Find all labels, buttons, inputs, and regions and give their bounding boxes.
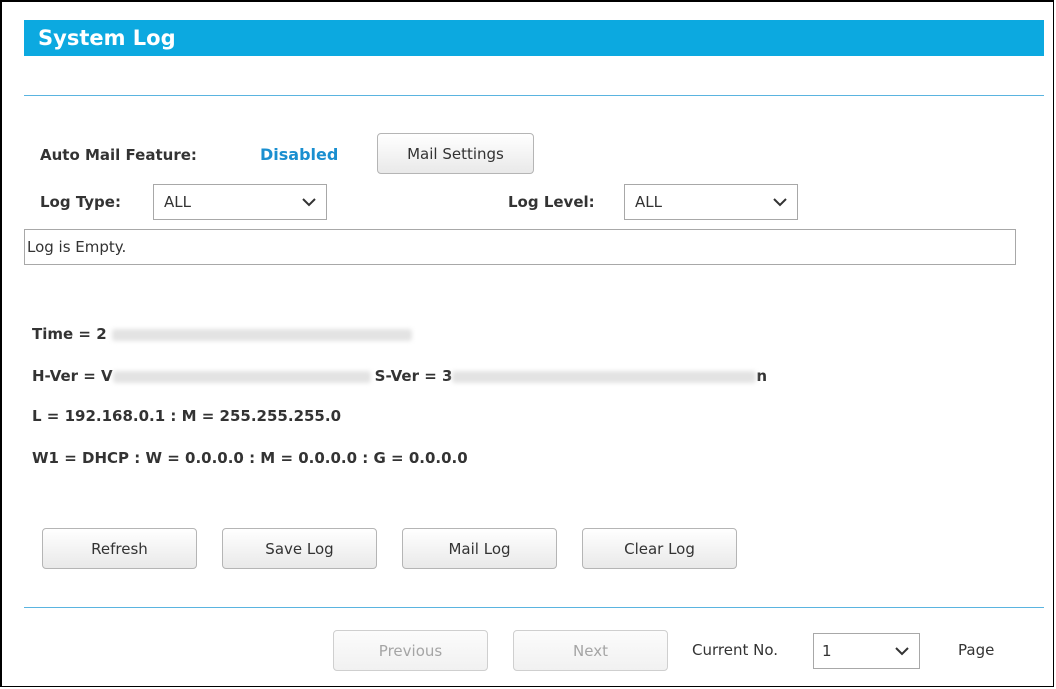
page-title: System Log xyxy=(24,20,1044,56)
chevron-down-icon xyxy=(302,198,316,207)
top-divider xyxy=(24,95,1044,96)
log-level-label: Log Level: xyxy=(508,193,595,211)
time-line: Time = 2 xyxy=(32,325,412,343)
log-level-select[interactable]: ALL xyxy=(624,184,798,220)
next-button[interactable]: Next xyxy=(513,630,668,671)
lan-info: L = 192.168.0.1 : M = 255.255.255.0 xyxy=(32,407,342,425)
page-label: Page xyxy=(958,641,995,659)
wan-info: W1 = DHCP : W = 0.0.0.0 : M = 0.0.0.0 : … xyxy=(32,449,468,467)
page-number-value: 1 xyxy=(822,642,832,660)
log-type-value: ALL xyxy=(164,193,191,211)
chevron-down-icon xyxy=(773,198,787,207)
auto-mail-label: Auto Mail Feature: xyxy=(40,146,197,164)
log-type-label: Log Type: xyxy=(40,193,121,211)
redacted-hver xyxy=(112,370,371,383)
sver-suffix: n xyxy=(756,367,768,385)
clear-log-button[interactable]: Clear Log xyxy=(582,528,737,569)
time-text: Time = 2 xyxy=(32,325,107,343)
log-level-value: ALL xyxy=(635,193,662,211)
refresh-button[interactable]: Refresh xyxy=(42,528,197,569)
save-log-button[interactable]: Save Log xyxy=(222,528,377,569)
log-content-box: Log is Empty. xyxy=(24,229,1016,265)
redacted-time xyxy=(111,328,412,341)
sver-text: S-Ver = 3 xyxy=(374,367,453,385)
chevron-down-icon xyxy=(895,647,909,656)
hver-text: H-Ver = V xyxy=(32,367,113,385)
bottom-divider xyxy=(24,607,1044,608)
page-number-select[interactable]: 1 xyxy=(813,633,920,669)
window-frame xyxy=(0,0,1054,687)
version-line: H-Ver = V S-Ver = 3 n xyxy=(32,367,767,385)
mail-log-button[interactable]: Mail Log xyxy=(402,528,557,569)
current-no-label: Current No. xyxy=(692,641,779,659)
auto-mail-status: Disabled xyxy=(260,145,339,164)
log-type-select[interactable]: ALL xyxy=(153,184,327,220)
mail-settings-button[interactable]: Mail Settings xyxy=(377,133,534,174)
redacted-sver xyxy=(452,370,757,383)
previous-button[interactable]: Previous xyxy=(333,630,488,671)
